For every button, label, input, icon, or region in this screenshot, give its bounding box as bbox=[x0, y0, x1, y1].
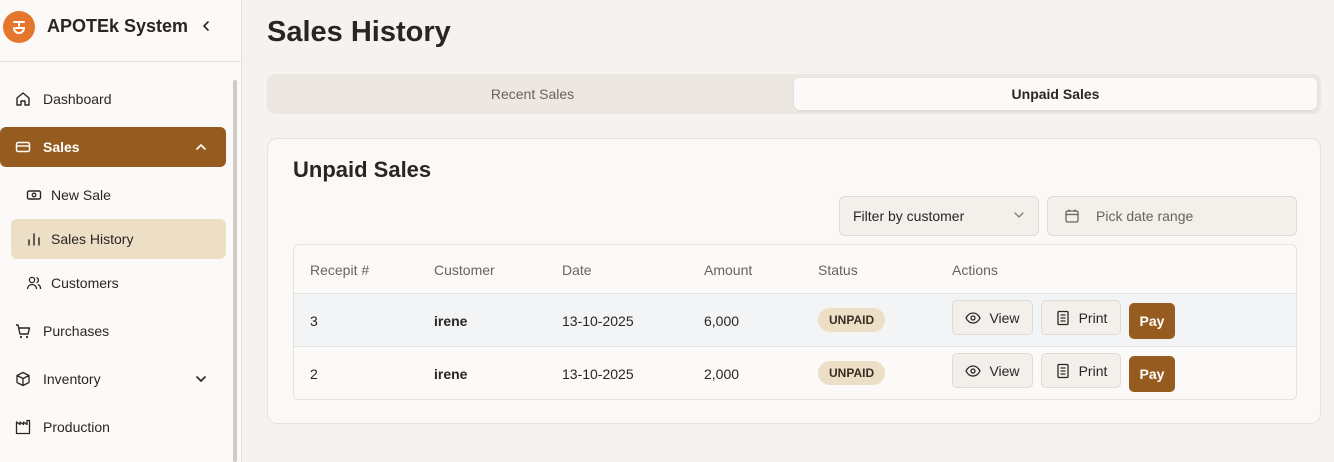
sidebar-scrollbar[interactable] bbox=[233, 80, 237, 462]
document-icon bbox=[1055, 363, 1071, 379]
sidebar-item-label: New Sale bbox=[51, 187, 111, 203]
tab-bar: Recent Sales Unpaid Sales bbox=[267, 74, 1321, 114]
table-row: 2 irene 13-10-2025 2,000 UNPAID View Pri… bbox=[294, 347, 1296, 399]
column-header: Actions bbox=[952, 262, 998, 278]
eye-icon bbox=[965, 310, 982, 326]
users-icon bbox=[25, 274, 43, 292]
table-row: 3 irene 13-10-2025 6,000 UNPAID View Pri… bbox=[294, 294, 1296, 347]
sale-date: 13-10-2025 bbox=[562, 366, 634, 382]
pay-button[interactable]: Pay bbox=[1129, 303, 1175, 339]
sidebar-item-inventory[interactable]: Inventory bbox=[0, 359, 226, 399]
document-icon bbox=[1055, 310, 1071, 326]
print-label: Print bbox=[1078, 362, 1108, 379]
brand-header: APOTEk System bbox=[0, 0, 241, 62]
chevron-down-icon bbox=[192, 370, 210, 388]
tab-unpaid-sales[interactable]: Unpaid Sales bbox=[794, 78, 1317, 110]
sidebar-item-label: Sales History bbox=[51, 231, 134, 247]
column-header: Recepit # bbox=[310, 262, 370, 278]
sidebar-item-sales[interactable]: Sales bbox=[0, 127, 226, 167]
sidebar-item-dashboard[interactable]: Dashboard bbox=[0, 79, 226, 119]
sidebar-item-label: Dashboard bbox=[43, 91, 112, 107]
sidebar-item-production[interactable]: Production bbox=[0, 407, 226, 447]
sidebar: APOTEk System Dashboard Sales New Sale S… bbox=[0, 0, 242, 462]
chevron-down-icon bbox=[1012, 208, 1026, 225]
pay-button[interactable]: Pay bbox=[1129, 356, 1175, 392]
sidebar-item-label: Purchases bbox=[43, 323, 110, 339]
unpaid-sales-table: Recepit # Customer Date Amount Status Ac… bbox=[293, 244, 1297, 400]
view-label: View bbox=[989, 309, 1020, 326]
sidebar-item-label: Sales bbox=[43, 139, 80, 155]
status-badge: UNPAID bbox=[818, 361, 886, 385]
unpaid-sales-card: Unpaid Sales Filter by customer Pick dat… bbox=[267, 138, 1321, 424]
print-button[interactable]: Print bbox=[1041, 300, 1121, 335]
customer-name: irene bbox=[434, 366, 468, 382]
customer-name: irene bbox=[434, 313, 468, 329]
sidebar-item-label: Customers bbox=[51, 275, 119, 291]
customer-filter-select[interactable]: Filter by customer bbox=[839, 196, 1039, 236]
home-icon bbox=[14, 90, 32, 108]
print-button[interactable]: Print bbox=[1041, 353, 1121, 388]
card-icon bbox=[14, 138, 32, 156]
view-button[interactable]: View bbox=[952, 300, 1033, 335]
column-header: Amount bbox=[704, 262, 753, 278]
sidebar-item-new-sale[interactable]: New Sale bbox=[11, 175, 226, 215]
collapse-sidebar-chevron-left-icon[interactable] bbox=[196, 15, 216, 37]
sidebar-item-sales-history[interactable]: Sales History bbox=[11, 219, 226, 259]
print-label: Print bbox=[1078, 309, 1108, 326]
app-logo-icon bbox=[3, 11, 35, 43]
sale-amount: 6,000 bbox=[704, 313, 740, 329]
view-label: View bbox=[989, 362, 1020, 379]
column-header: Date bbox=[562, 262, 592, 278]
cash-icon bbox=[25, 186, 43, 204]
status-badge: UNPAID bbox=[818, 308, 886, 332]
sale-amount: 2,000 bbox=[704, 366, 740, 382]
bar-chart-icon bbox=[25, 230, 43, 248]
page-title: Sales History bbox=[267, 16, 451, 48]
column-header: Customer bbox=[434, 262, 495, 278]
sidebar-item-label: Inventory bbox=[43, 371, 101, 387]
cart-icon bbox=[14, 322, 32, 340]
app-name: APOTEk System bbox=[47, 16, 189, 36]
tab-recent-sales[interactable]: Recent Sales bbox=[271, 78, 794, 110]
card-title: Unpaid Sales bbox=[293, 157, 432, 182]
column-header: Status bbox=[818, 262, 858, 278]
customer-filter-value: Filter by customer bbox=[853, 208, 965, 224]
eye-icon bbox=[965, 363, 982, 379]
factory-icon bbox=[14, 418, 32, 436]
view-button[interactable]: View bbox=[952, 353, 1033, 388]
date-range-placeholder: Pick date range bbox=[1096, 208, 1194, 224]
table-header: Recepit # Customer Date Amount Status Ac… bbox=[294, 245, 1296, 294]
sidebar-item-purchases[interactable]: Purchases bbox=[0, 311, 226, 351]
receipt-number: 2 bbox=[310, 366, 318, 382]
receipt-number: 3 bbox=[310, 313, 318, 329]
sidebar-item-label: Production bbox=[43, 419, 110, 435]
sale-date: 13-10-2025 bbox=[562, 313, 634, 329]
calendar-icon bbox=[1064, 208, 1080, 224]
package-icon bbox=[14, 370, 32, 388]
sidebar-item-customers[interactable]: Customers bbox=[11, 263, 226, 303]
chevron-up-icon bbox=[192, 138, 210, 156]
date-range-picker[interactable]: Pick date range bbox=[1047, 196, 1297, 236]
